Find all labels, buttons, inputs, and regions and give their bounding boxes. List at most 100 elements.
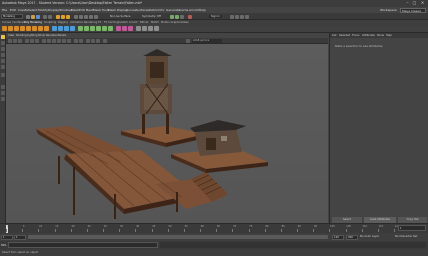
ae-menu-focus[interactable]: Focus <box>352 34 359 37</box>
grid-icon[interactable] <box>25 39 29 43</box>
scale-tool-icon[interactable] <box>1 65 5 69</box>
extrude-icon[interactable] <box>78 26 83 31</box>
ipr-render-icon[interactable] <box>175 14 179 19</box>
ae-menu-attributes[interactable]: Attributes <box>362 34 375 37</box>
panel-menu-lighting[interactable]: Lighting <box>27 34 37 37</box>
menu-edit[interactable]: Edit <box>10 8 16 12</box>
menu-help[interactable]: Help <box>199 8 206 12</box>
uv-editor-icon[interactable] <box>116 26 121 31</box>
ambient-occlusion-icon[interactable] <box>86 39 90 43</box>
insert-edge-loop-icon[interactable] <box>96 26 101 31</box>
ae-menu-help[interactable]: Help <box>386 34 392 37</box>
last-tool-icon[interactable] <box>1 73 5 77</box>
poly-plane-icon[interactable] <box>32 26 37 31</box>
platonic-solid-icon[interactable] <box>44 26 49 31</box>
command-input[interactable] <box>8 242 158 248</box>
shelf-tab-mash[interactable]: MASH <box>151 21 159 24</box>
move-tool-icon[interactable] <box>1 53 5 57</box>
delete-history-icon[interactable] <box>154 26 159 31</box>
poly-cube-icon[interactable] <box>8 26 13 31</box>
menu-create[interactable]: Create <box>18 8 28 12</box>
select-object-icon[interactable] <box>61 14 65 19</box>
animation-end-field[interactable]: 200 <box>346 234 358 240</box>
menu-modify[interactable]: Modify <box>38 8 48 12</box>
perspective-viewport[interactable] <box>6 44 328 223</box>
panel-menu-view[interactable]: View <box>8 34 14 37</box>
ae-menu-list[interactable]: List <box>332 34 337 37</box>
save-scene-icon[interactable] <box>36 14 40 19</box>
bevel-icon[interactable] <box>90 26 95 31</box>
menu-arnold[interactable]: Arnold <box>189 8 199 12</box>
redo-icon[interactable] <box>48 14 52 19</box>
snap-surface-icon[interactable] <box>94 14 98 19</box>
center-pivot-icon[interactable] <box>142 26 147 31</box>
menu-deform[interactable]: Deform <box>149 8 160 12</box>
menu-mesh-tools[interactable]: Mesh Tools <box>93 8 109 12</box>
menu-generate[interactable]: Generate <box>166 8 180 12</box>
close-button[interactable]: ✕ <box>420 1 425 5</box>
playback-start-field[interactable]: 1 <box>14 234 26 240</box>
anim-layer-select[interactable]: No Anim Layer <box>360 235 379 238</box>
menu-mesh[interactable]: Mesh <box>71 8 79 12</box>
wireframe-on-shaded-icon[interactable] <box>52 39 56 43</box>
show-hide-channel-box-icon[interactable] <box>245 14 249 19</box>
snap-view-icon[interactable] <box>89 14 93 19</box>
shelf-tab-arnold[interactable]: Arnold <box>129 21 137 24</box>
xray-joints-icon[interactable] <box>79 39 83 43</box>
automatic-map-icon[interactable] <box>128 26 133 31</box>
wireframe-icon[interactable] <box>42 39 46 43</box>
poly-cone-icon[interactable] <box>20 26 25 31</box>
smooth-shade-icon[interactable] <box>47 39 51 43</box>
open-scene-icon[interactable] <box>31 14 35 19</box>
persp-outliner-layout-icon[interactable] <box>1 97 5 101</box>
freeze-transform-icon[interactable] <box>148 26 153 31</box>
minimize-button[interactable]: – <box>405 1 410 5</box>
menu-edit-mesh[interactable]: Edit Mesh <box>79 8 94 12</box>
range-slider-bar[interactable] <box>28 235 328 239</box>
bridge-icon[interactable] <box>84 26 89 31</box>
target-weld-icon[interactable] <box>108 26 113 31</box>
poly-torus-icon[interactable] <box>26 26 31 31</box>
film-gate-icon[interactable] <box>30 39 34 43</box>
image-plane-icon[interactable] <box>18 39 22 43</box>
panel-menu-renderer[interactable]: Renderer <box>46 34 58 37</box>
separate-icon[interactable] <box>58 26 63 31</box>
show-hide-tool-settings-icon[interactable] <box>240 14 244 19</box>
select-component-icon[interactable] <box>66 14 70 19</box>
panel-menu-panels[interactable]: Panels <box>58 34 66 37</box>
poly-cylinder-icon[interactable] <box>14 26 19 31</box>
new-scene-icon[interactable] <box>26 14 30 19</box>
sign-in-button[interactable]: Sign In <box>209 14 222 18</box>
menu-cache[interactable]: Cache <box>179 8 188 12</box>
shelf-tab-sculpting[interactable]: Sculpting <box>44 21 56 24</box>
multi-cut-icon[interactable] <box>102 26 107 31</box>
snap-point-icon[interactable] <box>84 14 88 19</box>
camera-attributes-icon[interactable] <box>8 39 12 43</box>
show-hide-modeling-toolkit-icon[interactable] <box>230 14 234 19</box>
snap-curve-icon[interactable] <box>79 14 83 19</box>
panel-menu-show[interactable]: Show <box>38 34 45 37</box>
menu-display[interactable]: Display <box>48 8 59 12</box>
shelf-tab-fx[interactable]: FX <box>98 21 101 24</box>
render-settings-icon[interactable] <box>180 14 184 19</box>
shelf-tab-xgen[interactable]: XGen <box>182 21 189 24</box>
menu-curves[interactable]: Curves <box>126 8 136 12</box>
command-language-label[interactable]: MEL <box>1 243 7 247</box>
shelf-tab-motion-graphics[interactable]: Motion Graphics <box>161 21 182 24</box>
shelf-tab-curves-surfaces[interactable]: Curves / Surfaces <box>2 21 25 24</box>
anti-aliasing-icon[interactable] <box>91 39 95 43</box>
combine-icon[interactable] <box>52 26 57 31</box>
undo-icon[interactable] <box>43 14 47 19</box>
shelf-tab-rigging[interactable]: Rigging <box>58 21 68 24</box>
color-management-icon[interactable] <box>186 39 190 43</box>
render-frame-icon[interactable] <box>170 14 174 19</box>
shelf-tab-rendering[interactable]: Rendering <box>84 21 97 24</box>
workspace-select[interactable]: Maya Classic <box>400 7 426 13</box>
animation-start-field[interactable]: 1 <box>1 234 13 240</box>
menu-uv[interactable]: UV <box>160 8 164 12</box>
maximize-button[interactable]: □ <box>412 1 417 5</box>
poly-sphere-icon[interactable] <box>2 26 7 31</box>
snap-grid-icon[interactable] <box>74 14 78 19</box>
menu-select[interactable]: Select <box>28 8 37 12</box>
menu-mesh-display[interactable]: Mesh Display <box>108 8 128 12</box>
